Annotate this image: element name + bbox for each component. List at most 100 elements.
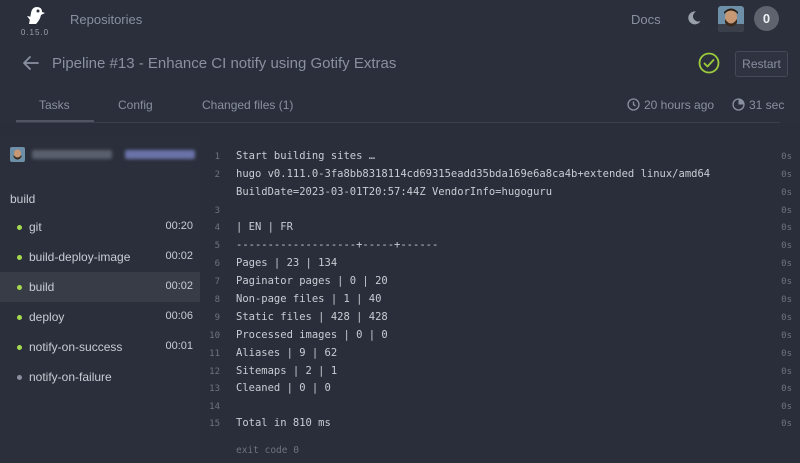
redacted-author-name [32, 150, 112, 159]
step-deploy[interactable]: deploy 00:06 [0, 302, 200, 332]
pipeline-header: Pipeline #13 - Enhance CI notify using G… [0, 38, 800, 123]
success-status-icon [698, 52, 720, 74]
line-time: 0s [781, 295, 792, 305]
created-time-text: 20 hours ago [644, 98, 715, 112]
line-number: 14 [209, 402, 220, 412]
line-time: 0s [781, 331, 792, 341]
clock-icon [627, 98, 640, 111]
line-text: Total in 810 ms [236, 417, 331, 429]
step-name: notify-on-success [29, 340, 123, 354]
moon-icon[interactable] [686, 10, 702, 26]
pipeline-tabs: Tasks Config Changed files (1) 20 hours … [16, 90, 784, 123]
step-status-dot [17, 225, 22, 230]
step-name: build [29, 280, 55, 294]
line-text: Sitemaps | 2 | 1 [236, 365, 338, 377]
step-notify-on-failure[interactable]: notify-on-failure [0, 362, 200, 392]
log-line: BuildDate=2023-03-01T20:57:44Z VendorInf… [200, 184, 800, 202]
step-name: git [29, 220, 42, 234]
line-text: Pages | 23 | 134 [236, 257, 338, 269]
pipeline-title: Pipeline #13 - Enhance CI notify using G… [52, 55, 397, 72]
line-text: Processed images | 0 | 0 [236, 329, 388, 341]
commit-author [10, 147, 195, 162]
line-text: Cleaned | 0 | 0 [236, 382, 331, 394]
active-tab-indicator [16, 120, 94, 122]
nav-repositories-link[interactable]: Repositories [70, 12, 142, 27]
log-line: 8 Non-page files | 1 | 40 0s [200, 291, 800, 309]
line-time: 0s [781, 206, 792, 216]
log-line: 1 Start building sites … 0s [200, 148, 800, 166]
nav-docs-link[interactable]: Docs [631, 12, 661, 27]
back-arrow-icon[interactable] [22, 54, 40, 72]
home-logo[interactable]: 0.15.0 [20, 4, 50, 38]
line-time: 0s [781, 313, 792, 323]
workflow-name: build [10, 192, 36, 206]
step-build-deploy-image[interactable]: build-deploy-image 00:02 [0, 242, 200, 272]
line-number: 7 [214, 277, 220, 287]
step-duration: 00:02 [165, 280, 193, 292]
step-duration: 00:06 [165, 310, 193, 322]
line-number: 3 [214, 206, 220, 216]
created-time: 20 hours ago [627, 98, 714, 112]
line-time: 0s [781, 277, 792, 287]
line-number: 12 [209, 367, 220, 377]
line-number: 11 [209, 349, 220, 359]
step-name: notify-on-failure [29, 370, 112, 384]
step-name: deploy [29, 310, 65, 324]
line-number: 9 [214, 313, 220, 323]
step-duration: 00:01 [165, 340, 193, 352]
line-time: 0s [781, 349, 792, 359]
timer-icon [732, 98, 745, 111]
line-time: 0s [781, 170, 792, 180]
line-time: 0s [781, 419, 792, 429]
tab-tasks[interactable]: Tasks [39, 98, 70, 112]
line-time: 0s [781, 384, 792, 394]
step-build[interactable]: build 00:02 [0, 272, 200, 302]
step-status-dot [17, 375, 22, 380]
step-name: build-deploy-image [29, 250, 131, 264]
tab-config[interactable]: Config [118, 98, 153, 112]
line-number: 5 [214, 241, 220, 251]
tab-changed-files[interactable]: Changed files (1) [202, 98, 293, 112]
line-time: 0s [781, 188, 792, 198]
redacted-commit-info [125, 150, 195, 159]
step-status-dot [17, 285, 22, 290]
log-line: 6 Pages | 23 | 134 0s [200, 255, 800, 273]
step-notify-on-success[interactable]: notify-on-success 00:01 [0, 332, 200, 362]
line-text: Static files | 428 | 428 [236, 311, 388, 323]
line-time: 0s [781, 402, 792, 412]
log-line: 9 Static files | 428 | 428 0s [200, 309, 800, 327]
log-line: 3 0s [200, 202, 800, 220]
line-text: hugo v0.111.0-3fa8bb8318114cd69315eadd35… [236, 168, 711, 180]
log-line: 15 Total in 810 ms 0s [200, 415, 800, 433]
step-status-dot [17, 315, 22, 320]
line-number: 13 [209, 384, 220, 394]
step-duration: 00:02 [165, 250, 193, 262]
top-navbar: 0.15.0 Repositories Docs 0 [0, 0, 800, 38]
log-output[interactable]: 1 Start building sites … 0s 2 hugo v0.111.… [200, 135, 800, 463]
duration: 31 sec [732, 98, 784, 112]
line-text: -------------------+-----+------ [236, 239, 439, 251]
log-line: 7 Paginator pages | 0 | 20 0s [200, 273, 800, 291]
line-time: 0s [781, 241, 792, 251]
log-line: 11 Aliases | 9 | 62 0s [200, 345, 800, 363]
notifications-badge[interactable]: 0 [754, 6, 779, 31]
step-status-dot [17, 345, 22, 350]
line-number: 6 [214, 259, 220, 269]
log-line: 12 Sitemaps | 2 | 1 0s [200, 363, 800, 381]
step-git[interactable]: git 00:20 [0, 212, 200, 242]
line-text: Start building sites … [236, 150, 382, 162]
author-avatar [10, 147, 25, 162]
log-line: 4 | EN | FR 0s [200, 219, 800, 237]
line-text: Non-page files | 1 | 40 [236, 293, 382, 305]
user-avatar[interactable] [718, 6, 744, 32]
line-text: Paginator pages | 0 | 20 [236, 275, 388, 287]
log-line: 5 -------------------+-----+------ 0s [200, 237, 800, 255]
step-status-dot [17, 255, 22, 260]
line-number: 15 [209, 419, 220, 429]
log-line: 2 hugo v0.111.0-3fa8bb8318114cd69315eadd3… [200, 166, 800, 184]
step-duration: 00:20 [165, 220, 193, 232]
line-number: 1 [214, 152, 220, 162]
log-line: 14 0s [200, 398, 800, 416]
duration-text: 31 sec [749, 98, 785, 112]
restart-button[interactable]: Restart [735, 51, 788, 77]
